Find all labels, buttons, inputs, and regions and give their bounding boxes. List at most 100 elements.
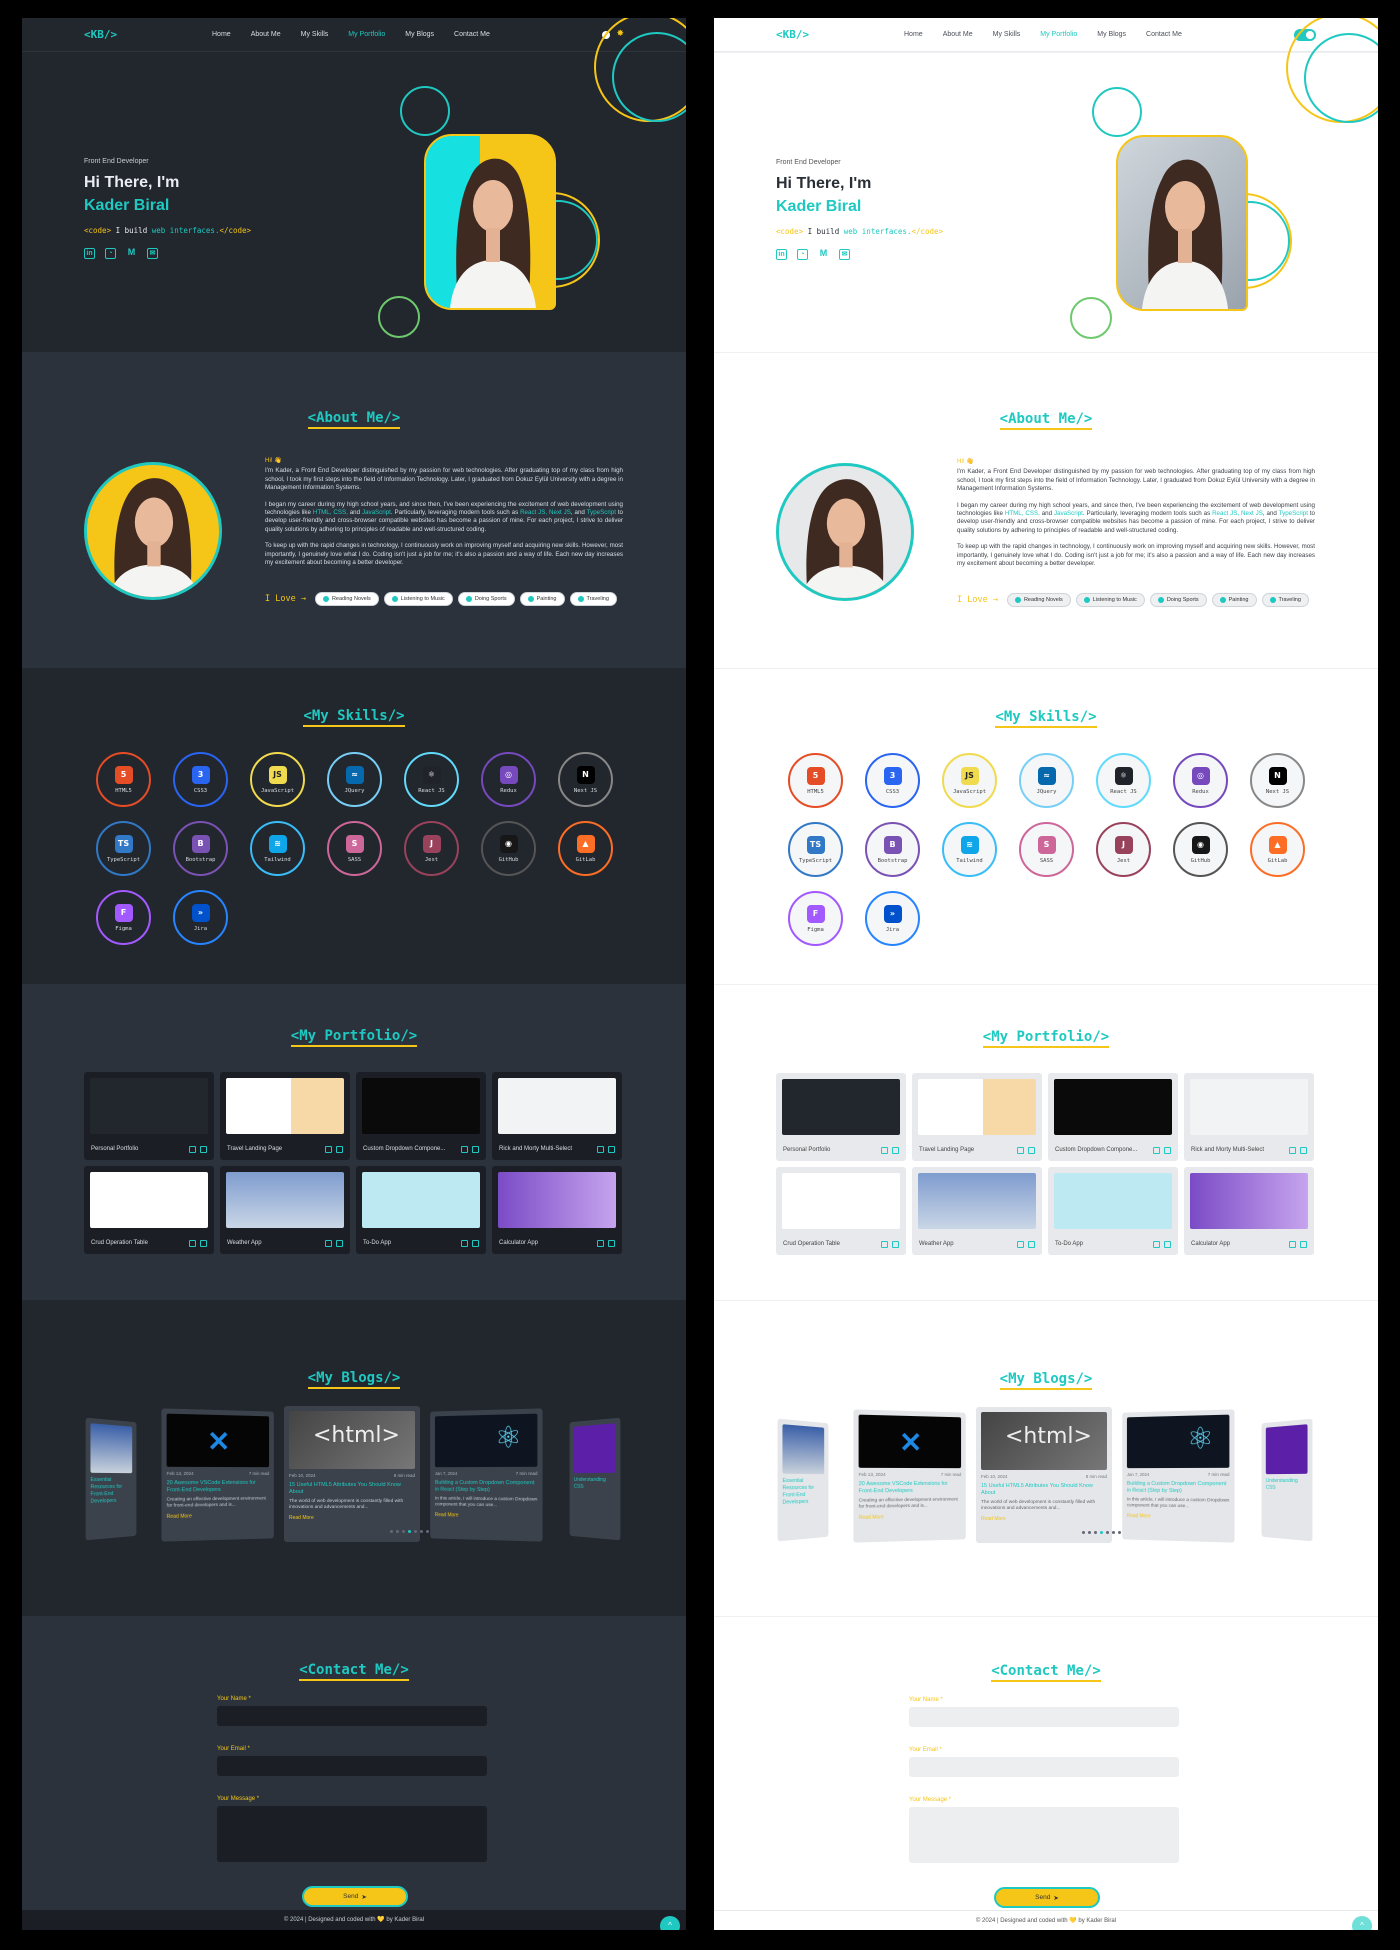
github-icon[interactable] [189, 1240, 196, 1247]
read-more-link[interactable]: Read More [435, 1512, 537, 1520]
portfolio-card[interactable]: Personal Portfolio [84, 1072, 214, 1160]
external-link-icon[interactable] [892, 1147, 899, 1154]
message-textarea[interactable] [909, 1807, 1179, 1863]
mail-icon[interactable]: ✉ [839, 249, 850, 260]
portfolio-card[interactable]: Crud Operation Table [84, 1166, 214, 1254]
name-input[interactable] [217, 1706, 487, 1726]
github-icon[interactable] [189, 1146, 196, 1153]
external-link-icon[interactable] [892, 1241, 899, 1248]
send-button[interactable]: Send ➤ [994, 1887, 1100, 1908]
external-link-icon[interactable] [608, 1146, 615, 1153]
github-icon[interactable] [325, 1146, 332, 1153]
portfolio-card[interactable]: Custom Dropdown Compone... [356, 1072, 486, 1160]
portfolio-card[interactable]: Custom Dropdown Compone... [1048, 1073, 1178, 1161]
carousel-dot[interactable] [420, 1530, 423, 1533]
blog-card[interactable]: ⚛ Jan 7, 2024 7 min read Building a Custo… [430, 1408, 543, 1542]
blog-card[interactable]: ⚛ Jan 7, 2024 7 min read Building a Custo… [1122, 1409, 1235, 1543]
external-link-icon[interactable] [472, 1240, 479, 1247]
github-icon[interactable] [461, 1240, 468, 1247]
medium-icon[interactable]: M [818, 249, 829, 260]
external-link-icon[interactable] [608, 1240, 615, 1247]
nav-item-blogs[interactable]: My Blogs [1097, 31, 1126, 38]
read-more-link[interactable]: Read More [981, 1516, 1107, 1522]
github-icon[interactable] [1017, 1241, 1024, 1248]
linkedin-icon[interactable]: in [776, 249, 787, 260]
nav-item-contact[interactable]: Contact Me [454, 31, 490, 38]
carousel-dot[interactable] [402, 1530, 405, 1533]
external-link-icon[interactable] [1164, 1241, 1171, 1248]
github-icon[interactable] [1289, 1241, 1296, 1248]
nav-item-portfolio[interactable]: My Portfolio [1040, 31, 1077, 38]
github-icon[interactable] [1153, 1147, 1160, 1154]
blog-card-side[interactable]: Understanding CSS [1261, 1418, 1313, 1542]
email-input[interactable] [217, 1756, 487, 1776]
external-link-icon[interactable] [1028, 1147, 1035, 1154]
linkedin-icon[interactable]: in [84, 248, 95, 259]
github-icon[interactable] [461, 1146, 468, 1153]
external-link-icon[interactable] [1164, 1147, 1171, 1154]
github-icon[interactable] [597, 1240, 604, 1247]
nav-item-blogs[interactable]: My Blogs [405, 31, 434, 38]
external-link-icon[interactable] [336, 1240, 343, 1247]
carousel-dot[interactable] [1082, 1531, 1085, 1534]
github-icon[interactable] [325, 1240, 332, 1247]
email-input[interactable] [909, 1757, 1179, 1777]
blog-card[interactable]: ✕ Feb 13, 2024 7 min read 20 Awesome VSCo… [853, 1409, 966, 1543]
portfolio-card[interactable]: To-Do App [356, 1166, 486, 1254]
github-icon[interactable] [1017, 1147, 1024, 1154]
nav-item-contact[interactable]: Contact Me [1146, 31, 1182, 38]
portfolio-card[interactable]: Calculator App [1184, 1167, 1314, 1255]
external-link-icon[interactable] [200, 1240, 207, 1247]
scroll-top-button[interactable]: ^ [660, 1916, 680, 1930]
nav-item-home[interactable]: Home [904, 31, 923, 38]
portfolio-card[interactable]: To-Do App [1048, 1167, 1178, 1255]
github-icon[interactable] [1153, 1241, 1160, 1248]
github-icon[interactable]: ◔ [105, 248, 116, 259]
portfolio-card[interactable]: Weather App [220, 1166, 350, 1254]
name-input[interactable] [909, 1707, 1179, 1727]
carousel-dot[interactable] [1112, 1531, 1115, 1534]
scroll-top-button[interactable]: ^ [1352, 1916, 1372, 1930]
portfolio-card[interactable]: Calculator App [492, 1166, 622, 1254]
external-link-icon[interactable] [336, 1146, 343, 1153]
blog-card[interactable]: <html> Feb 10, 2024 8 min read 15 Useful … [284, 1406, 420, 1542]
portfolio-card[interactable]: Rick and Morty Multi-Select [1184, 1073, 1314, 1161]
portfolio-card[interactable]: Travel Landing Page [912, 1073, 1042, 1161]
blog-card[interactable]: <html> Feb 10, 2024 8 min read 15 Useful … [976, 1407, 1112, 1543]
blog-card-side[interactable]: Essential Resources for Front-End Develo… [777, 1418, 829, 1542]
carousel-dot[interactable] [426, 1530, 429, 1533]
github-icon[interactable] [881, 1147, 888, 1154]
external-link-icon[interactable] [472, 1146, 479, 1153]
read-more-link[interactable]: Read More [859, 1513, 961, 1521]
medium-icon[interactable]: M [126, 248, 137, 259]
message-textarea[interactable] [217, 1806, 487, 1862]
external-link-icon[interactable] [200, 1146, 207, 1153]
carousel-dot[interactable] [396, 1530, 399, 1533]
github-icon[interactable]: ◔ [797, 249, 808, 260]
nav-item-about[interactable]: About Me [943, 31, 973, 38]
blog-card-side[interactable]: Essential Resources for Front-End Develo… [85, 1417, 137, 1541]
nav-item-skills[interactable]: My Skills [301, 31, 329, 38]
portfolio-card[interactable]: Personal Portfolio [776, 1073, 906, 1161]
read-more-link[interactable]: Read More [1127, 1513, 1229, 1521]
read-more-link[interactable]: Read More [167, 1512, 269, 1520]
external-link-icon[interactable] [1028, 1241, 1035, 1248]
carousel-dot[interactable] [1118, 1531, 1121, 1534]
nav-item-about[interactable]: About Me [251, 31, 281, 38]
portfolio-card[interactable]: Rick and Morty Multi-Select [492, 1072, 622, 1160]
external-link-icon[interactable] [1300, 1241, 1307, 1248]
github-icon[interactable] [881, 1241, 888, 1248]
nav-item-skills[interactable]: My Skills [993, 31, 1021, 38]
nav-item-home[interactable]: Home [212, 31, 231, 38]
github-icon[interactable] [1289, 1147, 1296, 1154]
send-button[interactable]: Send ➤ [302, 1886, 408, 1907]
blog-card[interactable]: ✕ Feb 13, 2024 7 min read 20 Awesome VSCo… [161, 1408, 274, 1542]
portfolio-card[interactable]: Crud Operation Table [776, 1167, 906, 1255]
carousel-dot[interactable] [414, 1530, 417, 1533]
carousel-dot[interactable] [1106, 1531, 1109, 1534]
mail-icon[interactable]: ✉ [147, 248, 158, 259]
external-link-icon[interactable] [1300, 1147, 1307, 1154]
carousel-dot[interactable] [1100, 1531, 1103, 1534]
portfolio-card[interactable]: Weather App [912, 1167, 1042, 1255]
carousel-dot[interactable] [390, 1530, 393, 1533]
